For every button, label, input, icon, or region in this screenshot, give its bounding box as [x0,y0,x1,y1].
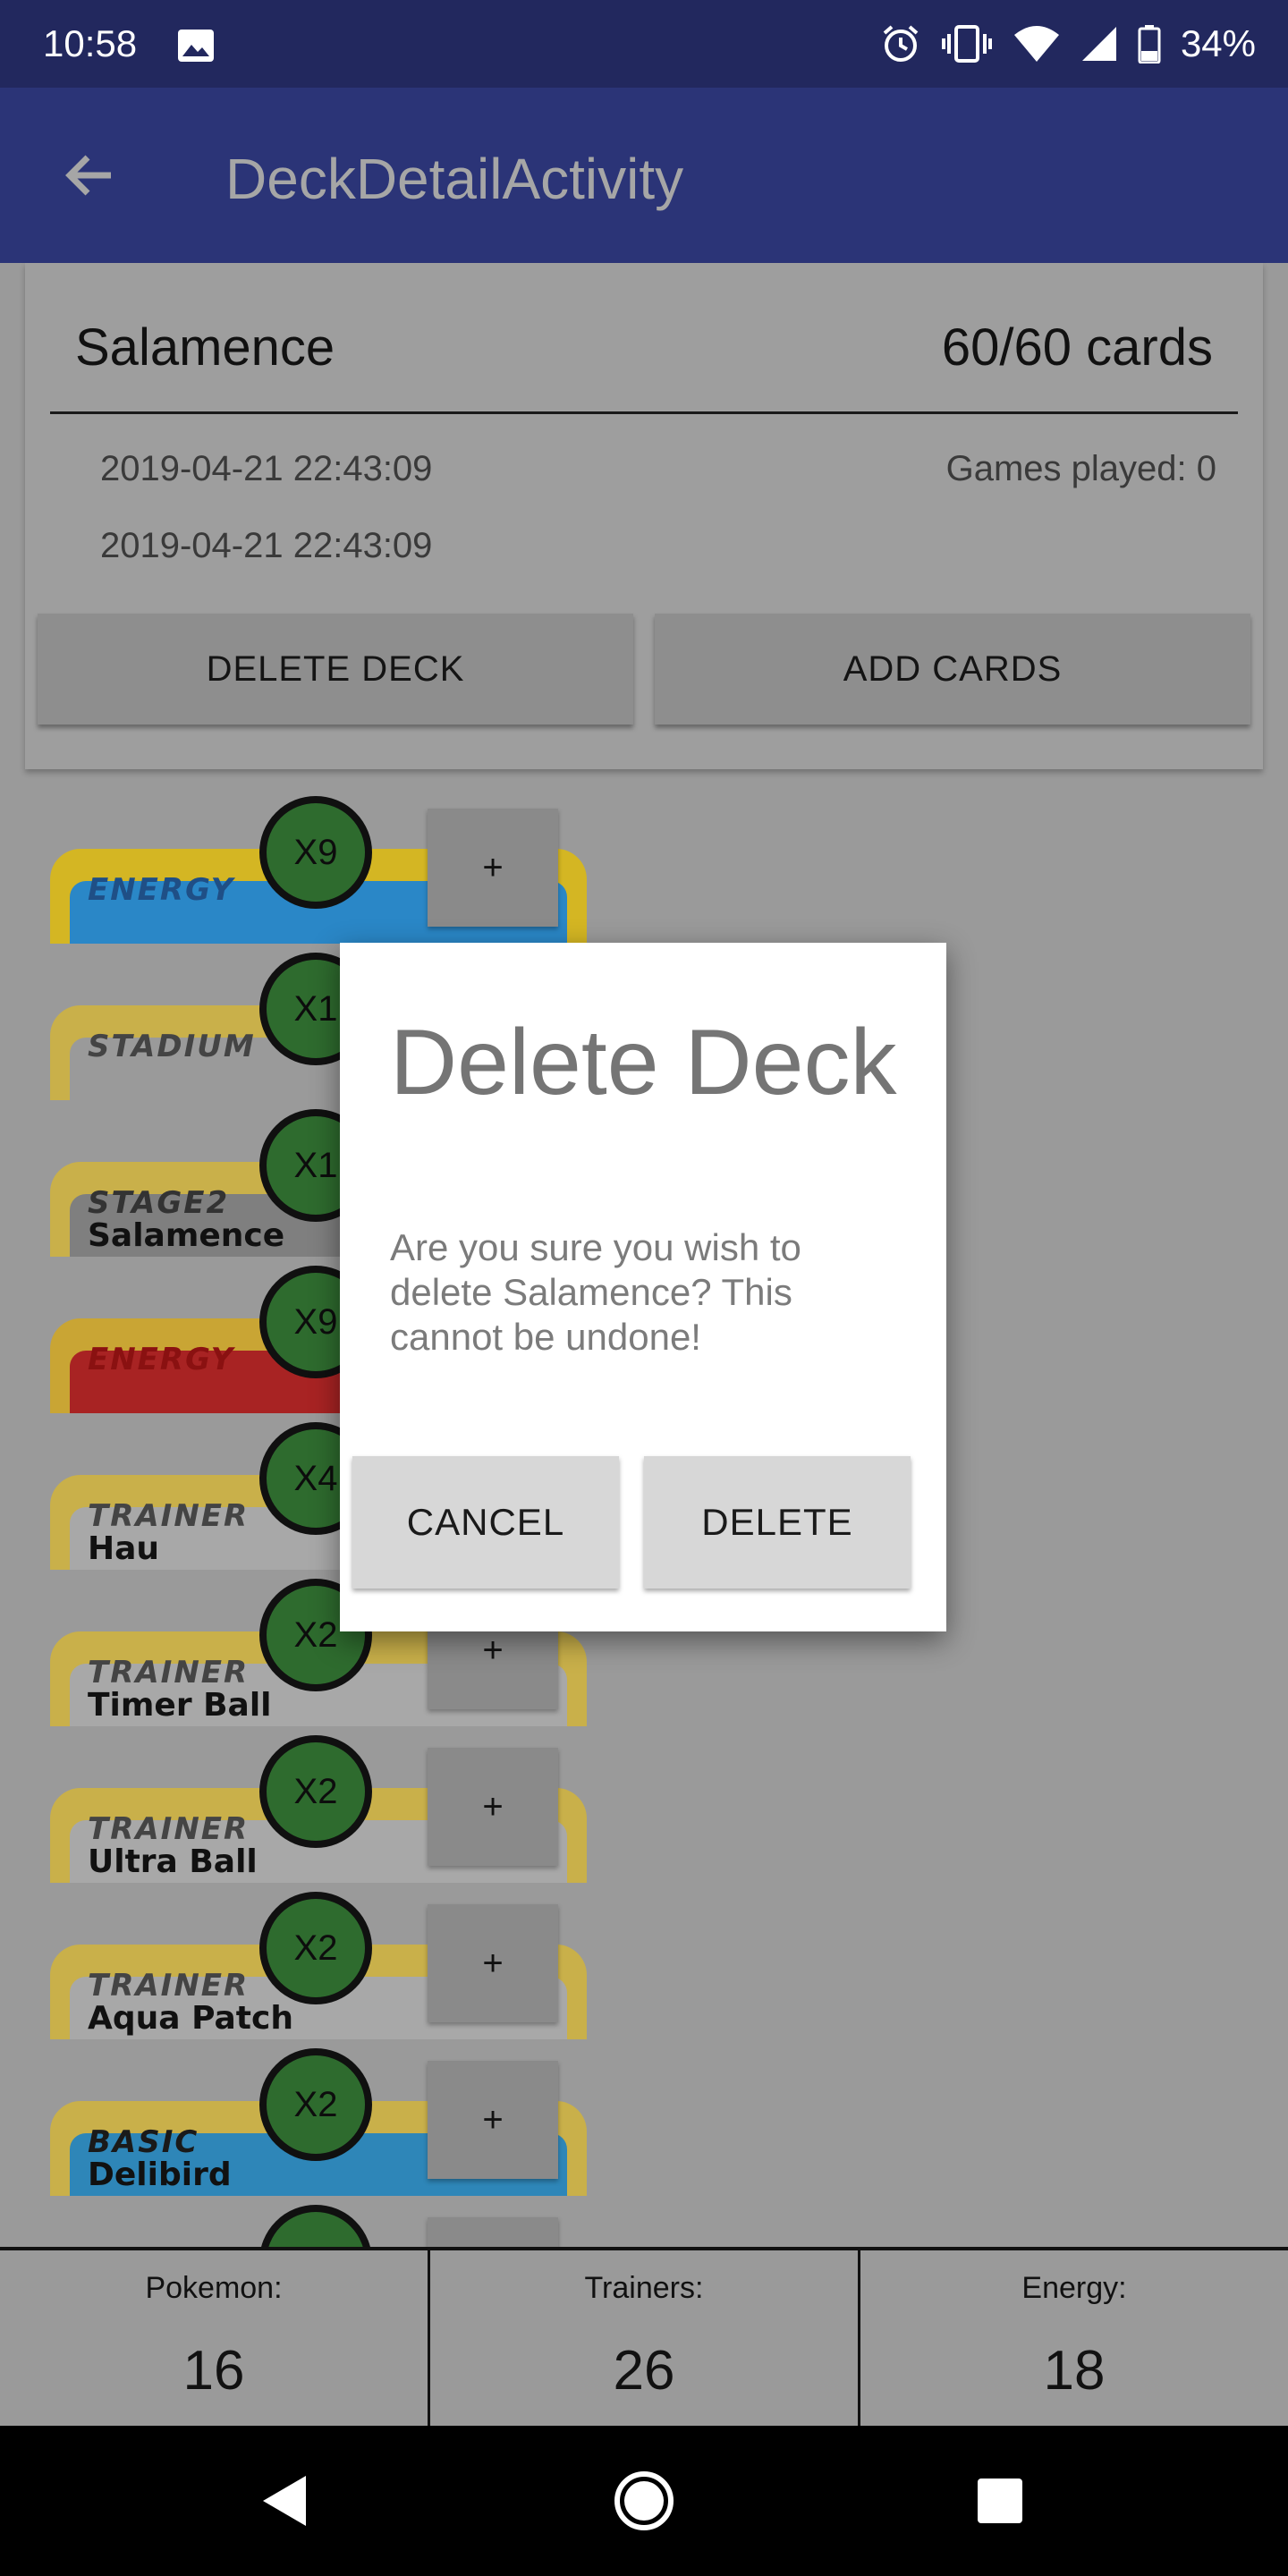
cancel-button[interactable]: CANCEL [352,1456,619,1589]
nav-back-icon [263,2476,306,2526]
nav-recents-icon [978,2479,1022,2523]
nav-back-button[interactable] [240,2456,329,2546]
system-nav-bar [0,2426,1288,2576]
dialog-title: Delete Deck [390,1011,897,1114]
delete-deck-dialog: Delete Deck Are you sure you wish to del… [340,943,946,1631]
nav-home-icon [614,2471,674,2530]
dialog-message: Are you sure you wish to delete Salamenc… [390,1226,801,1358]
nav-recents-button[interactable] [955,2456,1045,2546]
nav-home-button[interactable] [599,2456,689,2546]
confirm-delete-button[interactable]: DELETE [644,1456,911,1589]
